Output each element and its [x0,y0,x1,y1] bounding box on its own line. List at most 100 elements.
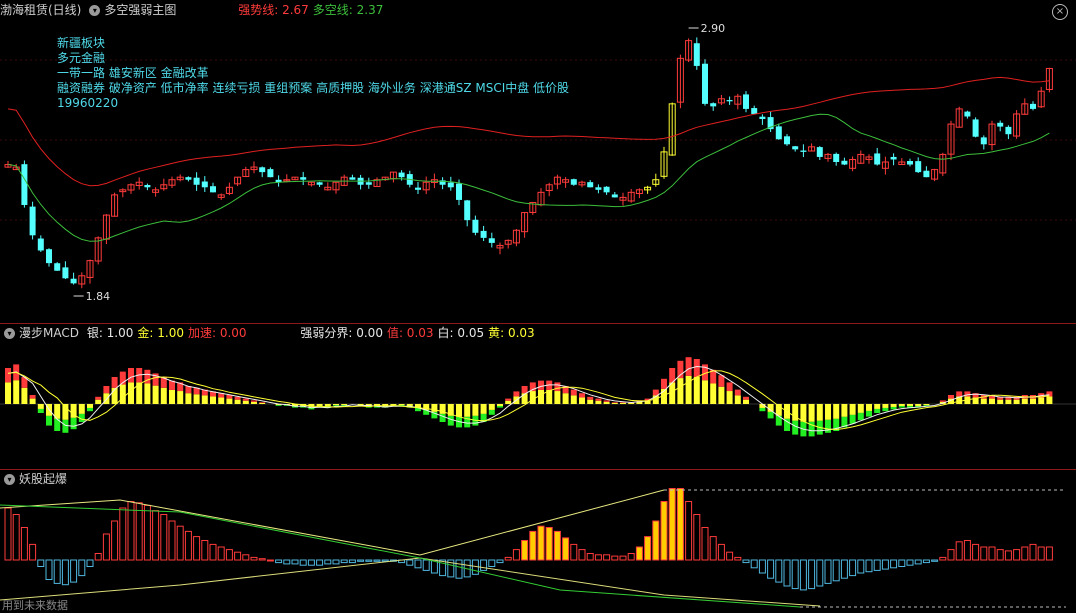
sector-line: 19960220 [57,96,119,110]
settings-icon[interactable]: ▾ [4,474,15,485]
macd-yellow: 黄: 0.03 [488,326,535,340]
yaogu-bar [693,514,701,561]
yaogu-bar [291,559,299,565]
macd-bar [554,382,561,392]
yaogu-title[interactable]: 妖股起爆 [19,472,67,486]
yaogu-bar [553,530,561,561]
macd-bar [915,404,922,406]
macd-bar [874,404,881,409]
macd-bar [29,398,36,404]
settings-icon[interactable]: ▾ [4,328,15,339]
macd-bar [226,398,233,404]
candle-body [70,278,77,284]
candle-body [726,100,733,102]
macd-bar [907,404,913,406]
macd-bar [505,398,512,401]
macd-bar [488,409,495,415]
macd-bar [743,399,749,404]
yaogu-bar [865,559,873,573]
candle-body [743,94,749,109]
yaogu-bar [717,543,725,561]
yaogu-bar [422,559,430,571]
macd-bar [898,404,905,406]
yaogu-bar [488,559,496,567]
macd-gold: 金: 1.00 [137,326,184,340]
macd-bar [989,398,995,404]
macd-bar [46,415,52,426]
candle-body [29,206,36,236]
yaogu-bar [668,488,676,561]
yaogu-bar [78,559,86,577]
macd-bar [718,375,725,387]
yaogu-bar [562,537,570,561]
candle-body [144,184,151,188]
candle-body [759,116,766,120]
yaogu-bar [873,559,881,571]
macd-bar [275,404,282,406]
yaogu-bar [143,504,151,561]
macd-bar [693,377,700,404]
candle-body [923,170,930,178]
yaogu-bar [676,488,684,561]
yaogu-bar [619,555,627,561]
macd-bar [242,398,249,401]
macd-bar [980,398,987,404]
candle-body [980,137,987,145]
bull-bear-line [7,113,1050,242]
yaogu-bar [316,559,324,566]
candle-body [997,122,1004,127]
yaogu-bar [775,559,783,583]
macd-bar [956,391,963,397]
candle-body [210,186,216,193]
macd-bar [251,401,257,404]
macd-bar [718,386,725,404]
macd-bar [685,357,692,376]
yaogu-bar [635,546,643,561]
yaogu-bar [234,551,242,561]
yaogu-bar [832,559,840,582]
yaogu-bar [627,553,635,561]
candle-body [710,103,717,107]
macd-bar [234,399,241,404]
macd-bar [259,402,266,404]
close-icon[interactable]: × [1052,4,1068,20]
macd-bar [866,410,872,417]
macd-bar [95,396,102,400]
yaogu-bar [570,543,578,561]
macd-bar [734,389,741,396]
candle-body [300,177,307,180]
macd-bar [890,404,897,407]
settings-icon[interactable]: ▾ [89,5,101,16]
macd-bar [242,400,249,404]
yaogu-bar [996,549,1004,561]
macd-title[interactable]: 漫步MACD [19,326,79,340]
yaogu-bar [783,559,791,587]
macd-bar [144,383,151,404]
stock-title[interactable]: 渤海租赁(日线) [0,3,81,17]
macd-bar [734,395,741,404]
yaogu-bar [1021,546,1029,561]
macd-bar [529,391,536,404]
macd-bar [579,393,585,398]
macd-bar [874,408,881,413]
macd-bar [538,380,544,390]
candle-body [349,177,356,180]
candle-body [915,161,922,173]
macd-bar [554,391,561,404]
macd-bar [562,393,569,404]
macd-bar [5,382,11,404]
yaogu-bar [709,536,717,561]
macd-boundary: 强弱分界: 0.00 [300,326,383,340]
macd-bar [857,404,864,413]
candle-body [972,119,979,137]
yaogu-bar [414,559,422,569]
macd-bar [898,405,905,408]
yaogu-bar [168,520,176,561]
indicator-name[interactable]: 多空强弱主图 [104,3,176,17]
macd-bar [825,419,831,433]
macd-bar [103,386,110,394]
macd-bar [1013,399,1020,404]
yaogu-bar [373,559,381,562]
candle-body [841,160,848,165]
yaogu-bar [898,559,906,567]
